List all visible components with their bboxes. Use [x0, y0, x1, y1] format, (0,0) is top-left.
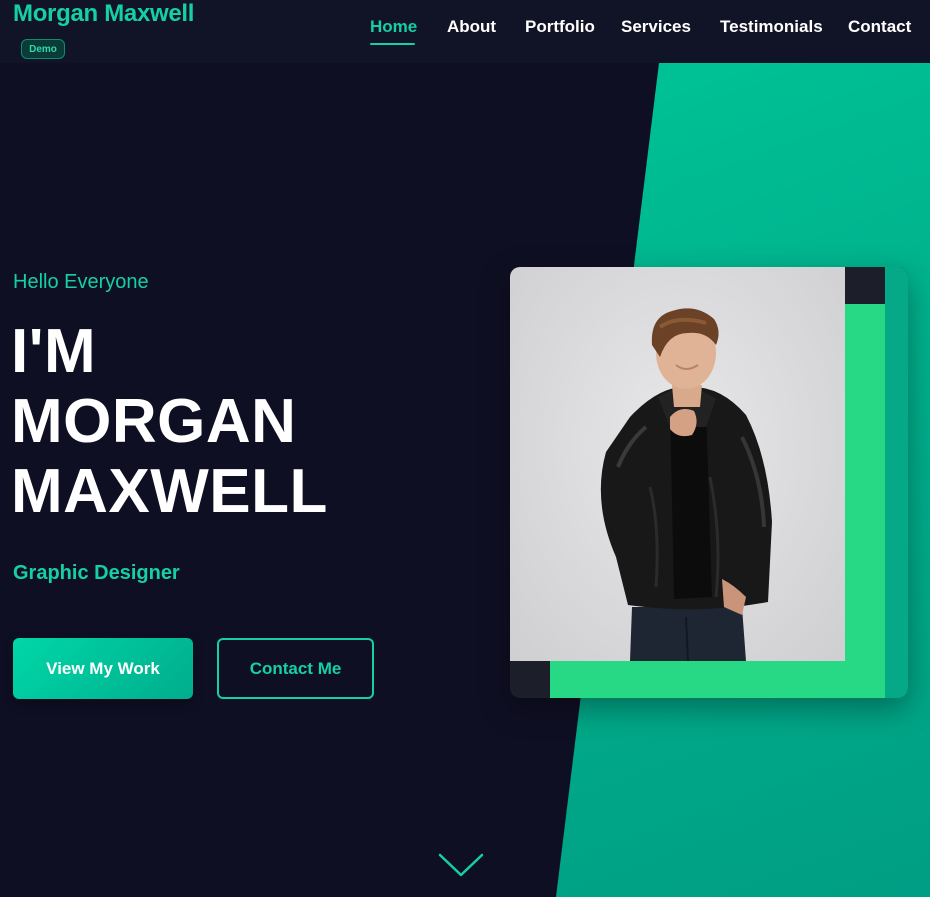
card-accent-edge	[885, 267, 908, 698]
nav-active-indicator	[370, 43, 415, 45]
chevron-down-icon[interactable]	[438, 852, 484, 878]
nav-testimonials[interactable]: Testimonials	[720, 17, 823, 37]
nav-home[interactable]: Home	[370, 17, 417, 37]
headline-line-2: MORGAN	[11, 387, 297, 456]
nav-contact[interactable]: Contact	[848, 17, 911, 37]
nav-portfolio[interactable]: Portfolio	[525, 17, 595, 37]
profile-photo-card	[510, 267, 908, 698]
site-header: Morgan Maxwell Demo Home About Portfolio…	[0, 0, 930, 63]
view-my-work-button[interactable]: View My Work	[13, 638, 193, 699]
headline-line-3: MAXWELL	[11, 457, 328, 526]
photo-frame-bottom	[550, 661, 885, 698]
profile-photo	[510, 267, 845, 661]
nav-services[interactable]: Services	[621, 17, 691, 37]
hero-role: Graphic Designer	[13, 562, 180, 584]
main-nav: Home About Portfolio Services Testimonia…	[0, 0, 930, 63]
nav-about[interactable]: About	[447, 17, 496, 37]
hero-headline: I'M MORGAN MAXWELL	[11, 317, 328, 527]
headline-line-1: I'M	[11, 317, 97, 386]
photo-frame-right	[845, 304, 885, 698]
hero-greeting: Hello Everyone	[13, 271, 149, 293]
contact-me-button[interactable]: Contact Me	[217, 638, 374, 699]
person-illustration	[600, 308, 772, 661]
